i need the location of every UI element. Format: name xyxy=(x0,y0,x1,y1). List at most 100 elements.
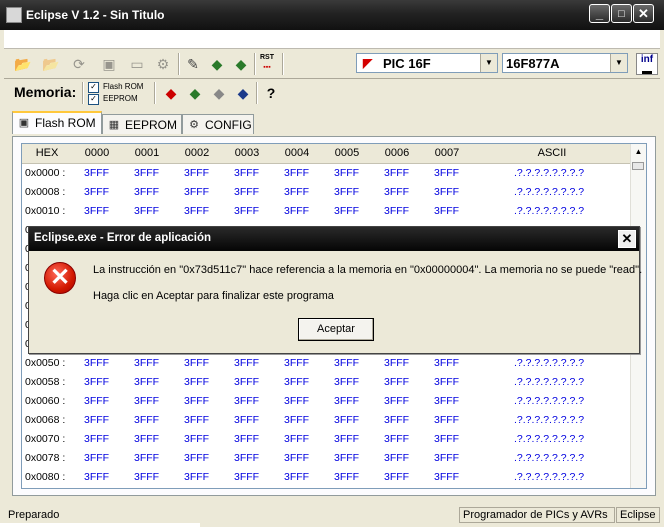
cell-value[interactable]: 3FFF xyxy=(284,395,309,407)
cell-value[interactable]: 3FFF xyxy=(334,433,359,445)
cell-value[interactable]: 3FFF xyxy=(284,433,309,445)
cell-value[interactable]: 3FFF xyxy=(434,167,459,179)
gear-icon[interactable]: ⚙ xyxy=(152,53,174,75)
cell-value[interactable]: 3FFF xyxy=(84,376,109,388)
cell-value[interactable]: 3FFF xyxy=(284,376,309,388)
erase-chip-icon[interactable]: ◆ xyxy=(208,82,230,104)
cell-value[interactable]: 3FFF xyxy=(384,395,409,407)
cell-value[interactable]: 3FFF xyxy=(134,452,159,464)
cell-value[interactable]: 3FFF xyxy=(184,414,209,426)
cell-value[interactable]: 3FFF xyxy=(284,167,309,179)
flash-rom-checkbox[interactable]: ✓ xyxy=(88,82,99,93)
rst-icon[interactable]: RST ▪▪▪ xyxy=(256,53,278,75)
cell-value[interactable]: 3FFF xyxy=(284,414,309,426)
table-row[interactable]: 0x0078 : 3FFF 3FFF 3FFF 3FFF 3FFF 3FFF 3FFF 3FFF… xyxy=(22,448,632,467)
dialog-close-button[interactable]: ✕ xyxy=(618,230,636,248)
table-row[interactable]: 0x0070 : 3FFF 3FFF 3FFF 3FFF 3FFF 3FFF 3FFF 3FFF… xyxy=(22,429,632,448)
cell-value[interactable]: 3FFF xyxy=(84,471,109,483)
maximize-button[interactable]: □ xyxy=(611,4,632,23)
eeprom-checkbox[interactable]: ✓ xyxy=(88,94,99,105)
cell-value[interactable]: 3FFF xyxy=(84,414,109,426)
chip-read-icon[interactable]: ◆ xyxy=(206,53,228,75)
cell-value[interactable]: 3FFF xyxy=(434,376,459,388)
cell-value[interactable]: 3FFF xyxy=(234,433,259,445)
cell-value[interactable]: 3FFF xyxy=(84,433,109,445)
cell-value[interactable]: 3FFF xyxy=(184,471,209,483)
cell-value[interactable]: 3FFF xyxy=(334,205,359,217)
cell-value[interactable]: 3FFF xyxy=(384,205,409,217)
cell-value[interactable]: 3FFF xyxy=(84,452,109,464)
tab-config[interactable]: ⚙ CONFIG xyxy=(182,114,254,134)
cell-value[interactable]: 3FFF xyxy=(434,414,459,426)
table-row[interactable]: 0x0080 : 3FFF 3FFF 3FFF 3FFF 3FFF 3FFF 3FFF 3FFF… xyxy=(22,467,632,486)
table-row[interactable]: 0x0058 : 3FFF 3FFF 3FFF 3FFF 3FFF 3FFF 3FFF 3FFF… xyxy=(22,372,632,391)
cell-value[interactable]: 3FFF xyxy=(384,433,409,445)
cell-value[interactable]: 3FFF xyxy=(184,395,209,407)
cell-value[interactable]: 3FFF xyxy=(384,167,409,179)
cell-value[interactable]: 3FFF xyxy=(184,205,209,217)
table-row[interactable]: 0x0000 : 3FFF 3FFF 3FFF 3FFF 3FFF 3FFF 3FFF 3FFF… xyxy=(22,163,632,182)
tab-eeprom[interactable]: ▦ EEPROM xyxy=(102,114,182,134)
cell-value[interactable]: 3FFF xyxy=(434,205,459,217)
cell-value[interactable]: 3FFF xyxy=(84,186,109,198)
cell-value[interactable]: 3FFF xyxy=(134,433,159,445)
scroll-thumb[interactable] xyxy=(632,162,644,170)
cell-value[interactable]: 3FFF xyxy=(184,433,209,445)
cell-value[interactable]: 3FFF xyxy=(184,452,209,464)
script-icon[interactable]: ✎ xyxy=(182,53,204,75)
cell-value[interactable]: 3FFF xyxy=(84,167,109,179)
verify-chip-icon[interactable]: ◆ xyxy=(232,82,254,104)
table-row[interactable]: 0x0010 : 3FFF 3FFF 3FFF 3FFF 3FFF 3FFF 3FFF 3FFF… xyxy=(22,201,632,220)
cell-value[interactable]: 3FFF xyxy=(134,376,159,388)
cell-value[interactable]: 3FFF xyxy=(234,452,259,464)
cell-value[interactable]: 3FFF xyxy=(234,395,259,407)
chevron-down-icon[interactable]: ▼ xyxy=(480,54,497,72)
cell-value[interactable]: 3FFF xyxy=(134,186,159,198)
help-icon[interactable]: ? xyxy=(260,82,282,104)
cell-value[interactable]: 3FFF xyxy=(334,414,359,426)
cell-value[interactable]: 3FFF xyxy=(134,205,159,217)
cell-value[interactable]: 3FFF xyxy=(84,205,109,217)
scroll-up-icon[interactable]: ▲ xyxy=(631,144,646,159)
cell-value[interactable]: 3FFF xyxy=(134,414,159,426)
error-dialog[interactable]: Eclipse.exe - Error de aplicación ✕ ✕ La… xyxy=(28,226,642,354)
cell-value[interactable]: 3FFF xyxy=(334,452,359,464)
open-folder2-icon[interactable]: 📂 xyxy=(40,53,62,75)
cell-value[interactable]: 3FFF xyxy=(334,395,359,407)
accept-button[interactable]: Aceptar xyxy=(298,318,374,341)
cell-value[interactable]: 3FFF xyxy=(234,357,259,369)
table-row[interactable]: 0x0008 : 3FFF 3FFF 3FFF 3FFF 3FFF 3FFF 3FFF 3FFF… xyxy=(22,182,632,201)
cell-value[interactable]: 3FFF xyxy=(284,186,309,198)
minimize-button[interactable]: _ xyxy=(589,4,610,23)
cell-value[interactable]: 3FFF xyxy=(184,186,209,198)
table-row[interactable]: 0x0068 : 3FFF 3FFF 3FFF 3FFF 3FFF 3FFF 3FFF 3FFF… xyxy=(22,410,632,429)
open-folder-icon[interactable]: 📂 xyxy=(12,53,34,75)
cell-value[interactable]: 3FFF xyxy=(84,395,109,407)
cell-value[interactable]: 3FFF xyxy=(434,452,459,464)
cell-value[interactable]: 3FFF xyxy=(384,452,409,464)
tab-flash-rom[interactable]: ▣ Flash ROM xyxy=(12,111,102,134)
cell-value[interactable]: 3FFF xyxy=(384,414,409,426)
cell-value[interactable]: 3FFF xyxy=(384,376,409,388)
save-icon[interactable]: ▣ xyxy=(98,53,120,75)
cell-value[interactable]: 3FFF xyxy=(184,376,209,388)
cell-value[interactable]: 3FFF xyxy=(184,167,209,179)
cell-value[interactable]: 3FFF xyxy=(234,471,259,483)
cell-value[interactable]: 3FFF xyxy=(84,357,109,369)
cell-value[interactable]: 3FFF xyxy=(134,167,159,179)
cell-value[interactable]: 3FFF xyxy=(334,186,359,198)
refresh-icon[interactable]: ⟳ xyxy=(68,53,90,75)
cell-value[interactable]: 3FFF xyxy=(384,186,409,198)
cell-value[interactable]: 3FFF xyxy=(234,167,259,179)
pic-family-select[interactable]: ◤ PIC 16F ▼ xyxy=(356,53,498,73)
read-chip-icon[interactable]: ◆ xyxy=(160,82,182,104)
info-button[interactable]: inf ▬ xyxy=(636,53,658,77)
cell-value[interactable]: 3FFF xyxy=(284,452,309,464)
cell-value[interactable]: 3FFF xyxy=(134,357,159,369)
table-row[interactable]: 0x0050 : 3FFF 3FFF 3FFF 3FFF 3FFF 3FFF 3FFF 3FFF… xyxy=(22,353,632,372)
cell-value[interactable]: 3FFF xyxy=(334,167,359,179)
chip-write-icon[interactable]: ◆ xyxy=(230,53,252,75)
cell-value[interactable]: 3FFF xyxy=(184,357,209,369)
cell-value[interactable]: 3FFF xyxy=(384,471,409,483)
cell-value[interactable]: 3FFF xyxy=(134,395,159,407)
